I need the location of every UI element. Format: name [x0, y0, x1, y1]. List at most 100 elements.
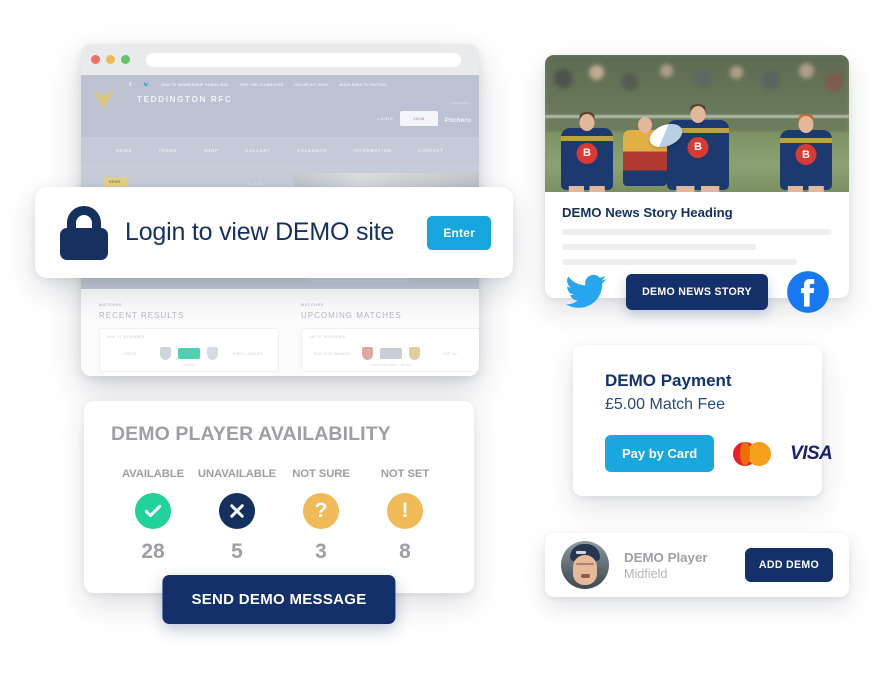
utility-link-0[interactable]: JOIN TO MEMBERSHIP GUIDELINES	[161, 83, 229, 87]
upcoming-matches-tag: MATCHES	[301, 303, 325, 307]
availability-label: NOT SURE	[292, 468, 350, 480]
recent-result-away: EWELL VALLEY	[233, 351, 263, 356]
window-controls	[91, 55, 130, 64]
padlock-icon	[60, 205, 108, 260]
avatar-brow	[576, 563, 594, 565]
away-crest-icon	[207, 347, 218, 360]
upcoming-match-card[interactable]: SAT, 27 NOVEMBER OLD RUTLISHIANS 1ST XV …	[301, 328, 479, 372]
check-circle-icon	[135, 493, 171, 529]
upcoming-match-away: 1ST XV	[442, 351, 458, 356]
availability-column-available: AVAILABLE 28	[111, 468, 195, 564]
site-main-nav: NEWS TEAMS SHOP GALLERY CALENDAR INFORMA…	[81, 137, 479, 163]
availability-label: AVAILABLE	[121, 468, 185, 480]
question-circle-icon: ?	[303, 493, 339, 529]
availability-count: 3	[315, 540, 327, 563]
mastercard-logo-icon	[733, 441, 772, 466]
warning-circle-icon: !	[387, 493, 423, 529]
site-join-button[interactable]: JOIN	[400, 110, 438, 126]
upcoming-home-crest-icon	[362, 347, 373, 360]
avatar-mouth	[581, 574, 590, 578]
hero-slider-counter: ‹ 3/4 ›	[249, 181, 267, 186]
news-photo: B B B	[545, 55, 849, 192]
powered-by-name: Pitchero	[444, 117, 471, 124]
browser-url-input[interactable]	[146, 52, 461, 67]
site-nav-news[interactable]: NEWS	[116, 148, 132, 153]
add-demo-button[interactable]: ADD DEMO	[744, 548, 833, 582]
login-message: Login to view DEMO site	[125, 218, 395, 246]
site-utility-bar: f 🐦 JOIN TO MEMBERSHIP GUIDELINES HIRE T…	[129, 82, 388, 88]
cross-circle-icon	[219, 493, 255, 529]
close-window-icon[interactable]	[91, 55, 100, 64]
site-nav-shop[interactable]: SHOP	[204, 148, 219, 153]
upcoming-match-date: SAT, 27 NOVEMBER	[309, 335, 346, 339]
hero-badge: NEWS	[103, 177, 127, 187]
upcoming-matches-column: MATCHES UPCOMING MATCHES SAT, 27 NOVEMBE…	[301, 303, 479, 372]
demo-news-story-button[interactable]: DEMO NEWS STORY	[626, 274, 768, 310]
send-demo-message-button[interactable]: SEND DEMO MESSAGE	[162, 575, 396, 624]
news-story-card: B B B DEMO News Story Heading DEMO NEWS …	[545, 55, 849, 313]
visa-logo-icon: VISA	[790, 442, 833, 464]
news-placeholder-line	[562, 229, 832, 235]
player-name: DEMO Player	[624, 549, 708, 565]
availability-count: 8	[399, 540, 411, 563]
availability-column-not-sure: NOT SURE ? 3	[279, 468, 363, 564]
recent-result-score	[178, 348, 200, 359]
player-position: Midfield	[624, 566, 668, 581]
site-nav-calendar[interactable]: CALENDAR	[297, 148, 327, 153]
availability-count: 5	[231, 540, 243, 563]
availability-label: NOT SET	[380, 468, 430, 480]
screenshot-root: f 🐦 JOIN TO MEMBERSHIP GUIDELINES HIRE T…	[0, 0, 894, 686]
rugby-player-left: B	[561, 112, 613, 192]
facebook-icon[interactable]: f	[129, 82, 132, 88]
home-crest-icon	[160, 347, 171, 360]
site-header: f 🐦 JOIN TO MEMBERSHIP GUIDELINES HIRE T…	[81, 75, 479, 141]
news-heading: DEMO News Story Heading	[562, 205, 733, 220]
site-nav-contact[interactable]: CONTACT	[418, 148, 444, 153]
player-card: DEMO Player Midfield ADD DEMO	[545, 533, 849, 597]
recent-result-card[interactable]: SUN, 21 NOVEMBER COLTS EWELL VALLEY LEAG…	[99, 328, 279, 372]
site-nav-teams[interactable]: TEAMS	[158, 148, 177, 153]
payment-card: DEMO Payment £5.00 Match Fee Pay by Card…	[573, 345, 833, 496]
upcoming-match-footer: London & SE Division - Surrey 1	[369, 363, 413, 367]
site-brand-name: TEDDINGTON RFC	[137, 95, 233, 104]
twitter-bird-icon[interactable]	[564, 270, 608, 314]
availability-title: DEMO PLAYER AVAILABILITY	[111, 423, 391, 445]
payment-actions: Pay by Card VISA	[605, 435, 833, 472]
site-nav-gallery[interactable]: GALLERY	[245, 148, 270, 153]
pay-by-card-button[interactable]: Pay by Card	[605, 435, 715, 472]
powered-by-pre: POWERED BY	[450, 102, 471, 105]
site-nav-information[interactable]: INFORMATION	[353, 148, 391, 153]
avatar-face	[573, 555, 597, 585]
maximize-window-icon[interactable]	[121, 55, 130, 64]
minimize-window-icon[interactable]	[106, 55, 115, 64]
news-actions: DEMO NEWS STORY	[545, 270, 849, 314]
enter-button[interactable]: Enter	[427, 215, 491, 250]
upcoming-away-crest-icon	[409, 347, 420, 360]
utility-link-3[interactable]: MIDDLESEX 7S FESTIVAL	[340, 83, 388, 87]
availability-column-not-set: NOT SET ! 8	[363, 468, 447, 564]
news-placeholder-line	[562, 259, 797, 265]
upcoming-match-kickoff	[380, 348, 402, 359]
news-body: DEMO News Story Heading	[545, 192, 849, 265]
recent-result-date: SUN, 21 NOVEMBER	[107, 335, 145, 339]
player-meta: DEMO Player Midfield	[624, 550, 745, 581]
utility-link-1[interactable]: HIRE THE CLUBHOUSE	[240, 83, 284, 87]
rugby-player-right: B	[780, 114, 832, 192]
payment-title: DEMO Payment	[605, 371, 732, 390]
recent-results-tag: MATCHES	[99, 303, 123, 307]
recent-results-title: RECENT RESULTS	[99, 311, 185, 320]
recent-result-home: COLTS	[123, 351, 137, 356]
twitter-icon[interactable]: 🐦	[143, 82, 150, 88]
facebook-f-icon[interactable]	[786, 270, 830, 314]
availability-count: 28	[141, 540, 165, 563]
utility-link-2[interactable]: ONLINE KIT SHOP	[294, 83, 328, 87]
upcoming-matches-title: UPCOMING MATCHES	[301, 311, 402, 320]
player-avatar	[561, 541, 609, 589]
payment-amount: £5.00 Match Fee	[605, 396, 726, 413]
login-overlay-card: Login to view DEMO site Enter	[35, 187, 513, 278]
player-availability-card: DEMO PLAYER AVAILABILITY AVAILABLE 28 UN…	[84, 401, 474, 624]
site-login-link[interactable]: LOGIN	[378, 116, 394, 121]
recent-result-footer: LEAGUE	[182, 363, 196, 367]
browser-titlebar	[81, 44, 479, 75]
availability-column-unavailable: UNAVAILABLE 5	[195, 468, 279, 564]
